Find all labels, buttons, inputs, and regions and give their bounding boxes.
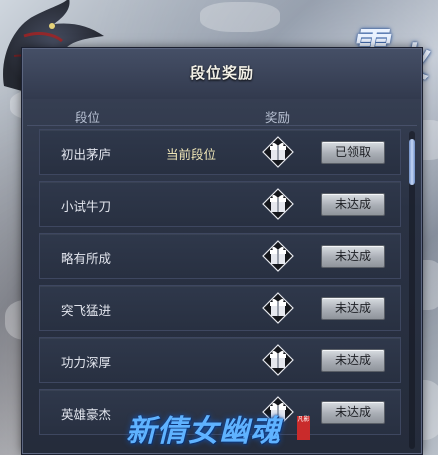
logo-seal: 凡影 xyxy=(297,416,310,440)
rank-reward-panel: 段位奖励 段位 奖励 初出茅庐 当前段位 已领取 小试牛刀 未达成 略有所成 未… xyxy=(22,48,422,454)
game-logo: 新倩女幽魂 凡影 xyxy=(120,402,320,452)
rank-name: 英雄豪杰 xyxy=(61,407,112,422)
column-header-reward: 奖励 xyxy=(265,110,291,125)
gift-box-icon[interactable] xyxy=(262,136,294,168)
rank-name: 略有所成 xyxy=(61,251,112,266)
gift-box-icon[interactable] xyxy=(262,344,294,376)
rank-name: 突飞猛进 xyxy=(61,303,112,318)
not-reached-button[interactable]: 未达成 xyxy=(321,297,385,320)
rank-row-3: 略有所成 未达成 xyxy=(39,233,401,279)
not-reached-button[interactable]: 未达成 xyxy=(321,193,385,216)
panel-title: 段位奖励 xyxy=(189,64,254,82)
column-header-rank: 段位 xyxy=(75,110,101,125)
rank-name: 初出茅庐 xyxy=(61,147,112,162)
not-reached-button[interactable]: 未达成 xyxy=(321,349,385,372)
not-reached-button[interactable]: 未达成 xyxy=(321,245,385,268)
scrollbar[interactable] xyxy=(409,131,415,449)
divider xyxy=(27,125,417,126)
rank-row-2: 小试牛刀 未达成 xyxy=(39,181,401,227)
claimed-button[interactable]: 已领取 xyxy=(321,141,385,164)
rank-row-1: 初出茅庐 当前段位 已领取 xyxy=(39,129,401,175)
gift-box-icon[interactable] xyxy=(262,240,294,272)
rank-list[interactable]: 初出茅庐 当前段位 已领取 小试牛刀 未达成 略有所成 未达成 突飞猛进 未达成… xyxy=(39,129,401,449)
scroll-thumb[interactable] xyxy=(409,139,415,185)
game-logo-text: 新倩女幽魂 xyxy=(126,414,281,449)
rank-row-5: 功力深厚 未达成 xyxy=(39,337,401,383)
not-reached-button[interactable]: 未达成 xyxy=(321,401,385,424)
current-rank-label: 当前段位 xyxy=(166,147,217,162)
gift-box-icon[interactable] xyxy=(262,188,294,220)
rank-name: 小试牛刀 xyxy=(61,199,112,214)
rank-row-4: 突飞猛进 未达成 xyxy=(39,285,401,331)
gift-box-icon[interactable] xyxy=(262,292,294,324)
rank-name: 功力深厚 xyxy=(61,355,112,370)
